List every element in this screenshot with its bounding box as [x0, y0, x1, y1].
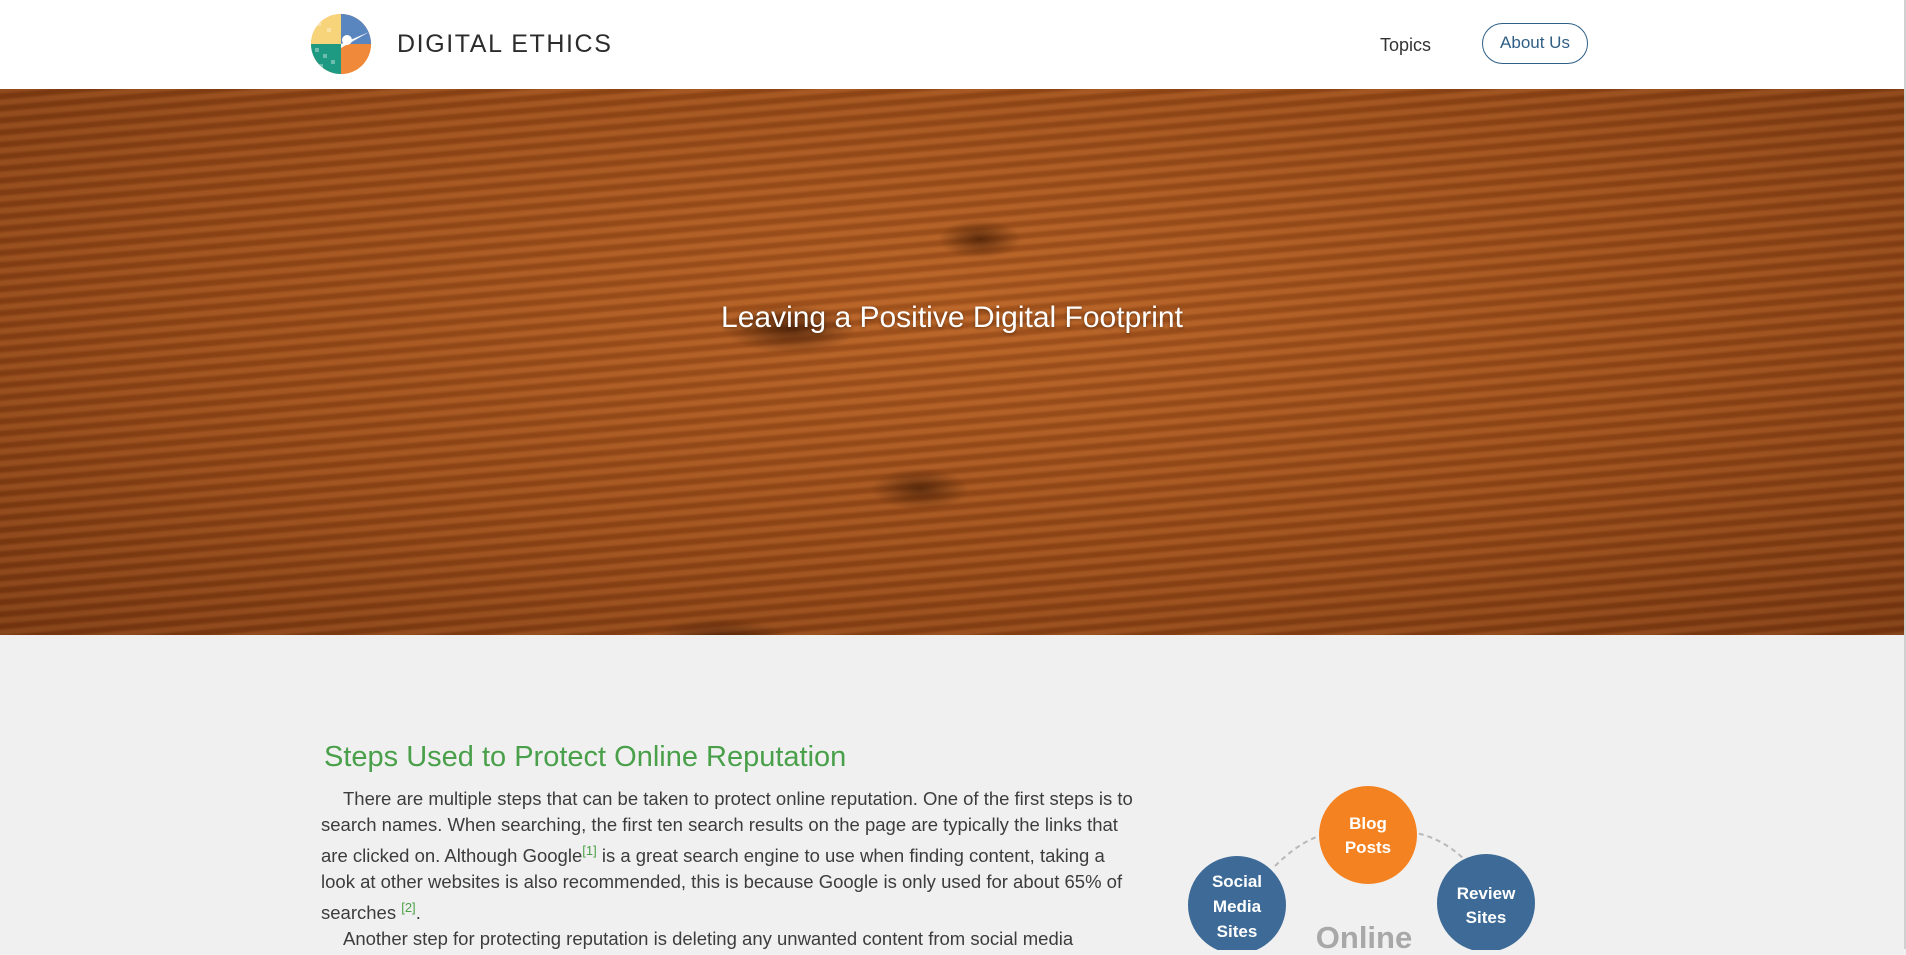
nav-about-us-button[interactable]: About Us	[1482, 23, 1588, 64]
review-sites-label: Sites	[1466, 908, 1507, 927]
online-reputation-diagram: Blog Posts Social Media Sites Review Sit…	[1180, 780, 1560, 955]
hero-banner: Leaving a Positive Digital Footprint	[0, 89, 1904, 635]
site-brand-name[interactable]: DIGITAL ETHICS	[397, 30, 612, 59]
hero-title: Leaving a Positive Digital Footprint	[721, 301, 1183, 334]
social-media-sites-label: Media	[1213, 897, 1262, 916]
paragraph-text: .	[415, 902, 421, 924]
diagram-center-label: Online	[1316, 920, 1412, 950]
social-media-sites-label: Sites	[1217, 922, 1258, 941]
article-body: There are multiple steps that can be tak…	[321, 786, 1133, 952]
citation-link-2[interactable]: [2]	[401, 900, 415, 915]
nav-topics-link[interactable]: Topics	[1380, 35, 1431, 56]
site-logo-icon[interactable]	[311, 14, 371, 74]
site-header: DIGITAL ETHICS Topics About Us	[0, 0, 1906, 90]
blog-posts-label: Posts	[1345, 838, 1391, 857]
social-media-sites-label: Social	[1212, 872, 1262, 891]
connector-line	[1409, 831, 1466, 861]
citation-link-1[interactable]: [1]	[582, 843, 596, 858]
article-paragraph-2: Another step for protecting reputation i…	[343, 928, 1074, 950]
review-sites-label: Review	[1457, 884, 1516, 903]
article-paragraph-1: There are multiple steps that can be tak…	[321, 786, 1133, 926]
blog-posts-node	[1319, 786, 1417, 884]
section-heading: Steps Used to Protect Online Reputation	[324, 741, 847, 773]
blog-posts-label: Blog	[1349, 814, 1387, 833]
